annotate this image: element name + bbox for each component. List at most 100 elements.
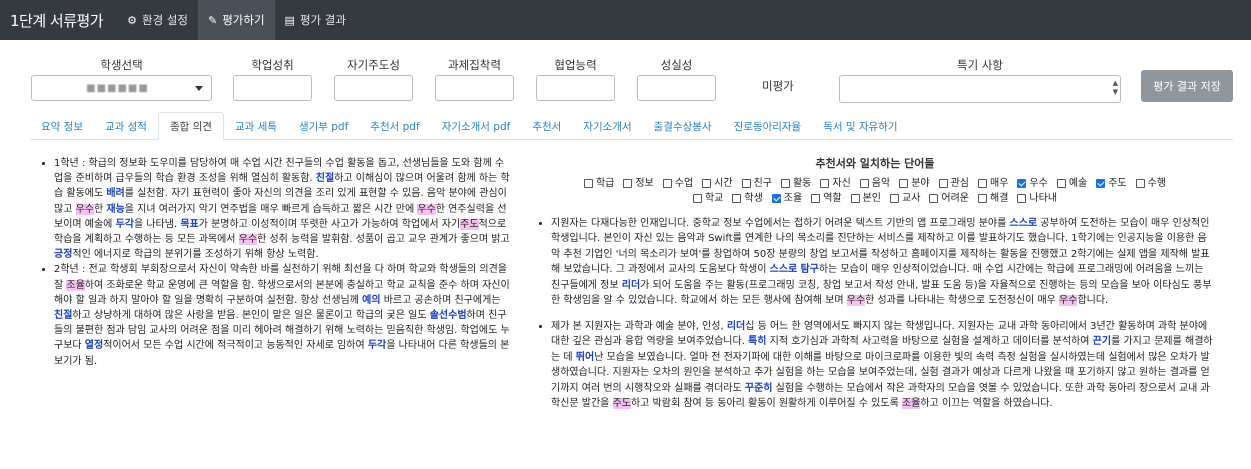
- unchecked-checkbox-icon[interactable]: [1017, 193, 1027, 203]
- unchecked-checkbox-icon[interactable]: [583, 178, 593, 188]
- unchecked-checkbox-icon[interactable]: [732, 193, 742, 203]
- gears-icon: ⚙: [127, 13, 137, 27]
- keyword-checkbox[interactable]: 역할: [811, 191, 842, 206]
- keyword-checkbox[interactable]: 학급: [583, 176, 615, 191]
- keyword-checkbox[interactable]: 친구: [741, 176, 772, 191]
- keyword-label: 관심: [950, 177, 970, 189]
- special-notes-textarea[interactable]: ▲ ▼: [839, 75, 1121, 103]
- keyword-highlight: 목표: [180, 218, 199, 230]
- unchecked-checkbox-icon[interactable]: [890, 193, 899, 203]
- score-input-collaboration[interactable]: [536, 75, 615, 101]
- keyword-highlight: 조율: [66, 279, 85, 291]
- keyword-checkbox[interactable]: 어려운: [929, 191, 969, 206]
- keyword-highlight: 특히: [748, 336, 767, 347]
- keyword-checkbox[interactable]: 자신: [820, 176, 851, 191]
- keyword-label: 시간: [714, 177, 733, 189]
- unchecked-checkbox-icon[interactable]: [780, 178, 790, 188]
- unchecked-checkbox-icon[interactable]: [662, 178, 672, 188]
- tab-11[interactable]: 독서 및 자유하기: [812, 112, 908, 140]
- keyword-checkbox[interactable]: 학교: [692, 191, 723, 206]
- tab-2[interactable]: 종합 의견: [157, 112, 224, 140]
- unchecked-checkbox-icon[interactable]: [899, 178, 909, 188]
- keyword-checkbox[interactable]: 주도: [1096, 176, 1127, 191]
- keyword-label: 매우: [990, 177, 1009, 189]
- nav-evaluate[interactable]: ✎ 평가하기: [197, 0, 275, 40]
- spinner-icon: ▲ ▼: [1112, 79, 1118, 96]
- keyword-checkbox[interactable]: 학생: [732, 191, 763, 206]
- tab-10[interactable]: 진로동아리자율: [723, 112, 813, 140]
- checked-checkbox-icon[interactable]: [1017, 178, 1027, 188]
- keyword-checkbox[interactable]: 시간: [702, 176, 733, 191]
- checked-checkbox-icon[interactable]: [1096, 178, 1106, 188]
- score-input-self-direction[interactable]: [334, 75, 413, 101]
- unchecked-checkbox-icon[interactable]: [978, 193, 988, 203]
- paragraph-item: 지원자는 다재다능한 인재입니다. 중학교 정보 수업에서는 접하기 어려운 텍…: [551, 216, 1213, 309]
- keyword-checkbox[interactable]: 정보: [623, 176, 654, 191]
- keyword-highlight: 우수: [846, 295, 866, 306]
- nav-settings[interactable]: ⚙ 환경 설정: [117, 0, 198, 40]
- score-input-task-commitment[interactable]: [435, 75, 514, 101]
- keyword-checkbox[interactable]: 활동: [780, 176, 812, 191]
- unchecked-checkbox-icon[interactable]: [850, 193, 860, 203]
- keyword-checkbox[interactable]: 해결: [978, 191, 1008, 206]
- text-segment: 가 분명하고 이성적이며 뚜렷한 사고가 가능하여 학업에서 자기: [198, 218, 461, 230]
- keyword-checkbox[interactable]: 조율: [771, 191, 803, 206]
- tab-4[interactable]: 생기부 pdf: [288, 112, 359, 140]
- tab-0[interactable]: 요약 정보: [30, 112, 94, 140]
- score-input-sincerity[interactable]: [637, 75, 716, 101]
- unchecked-checkbox-icon[interactable]: [741, 178, 751, 188]
- unchecked-checkbox-icon[interactable]: [811, 193, 821, 203]
- unchecked-checkbox-icon[interactable]: [929, 193, 939, 203]
- keyword-checkbox[interactable]: 매우: [978, 176, 1008, 191]
- keyword-checkbox[interactable]: 관심: [938, 176, 970, 191]
- unchecked-checkbox-icon[interactable]: [978, 178, 988, 188]
- tab-8[interactable]: 자기소개서: [572, 112, 642, 140]
- keyword-label: 역할: [823, 192, 842, 204]
- unchecked-checkbox-icon[interactable]: [702, 178, 712, 188]
- nav-results[interactable]: ▤ 평가 결과: [275, 0, 356, 40]
- tab-5[interactable]: 추천서 pdf: [359, 112, 430, 140]
- unchecked-checkbox-icon[interactable]: [623, 178, 633, 188]
- text-segment: 하고 이끄는 역할을 하였습니다.: [920, 398, 1053, 409]
- keyword-label: 예술: [1068, 177, 1088, 189]
- tab-1[interactable]: 교과 성적: [94, 112, 158, 140]
- keyword-highlight: 친절: [54, 310, 73, 322]
- keyword-highlight: 두각: [367, 340, 387, 352]
- keyword-row-2: 학교 학생 조율 역할 본인 교사 어려운 해결 나타내: [537, 191, 1213, 206]
- tab-6[interactable]: 자기소개서 pdf: [431, 112, 522, 140]
- tab-9[interactable]: 출결수상봉사: [643, 112, 723, 140]
- brand-title[interactable]: 1단계 서류평가: [0, 0, 117, 40]
- unchecked-checkbox-icon[interactable]: [1135, 178, 1145, 188]
- unchecked-checkbox-icon[interactable]: [692, 193, 702, 203]
- keyword-label: 조율: [783, 192, 803, 204]
- keyword-highlight: 우수: [75, 203, 94, 215]
- student-select[interactable]: ■■■■■■: [31, 75, 212, 101]
- unchecked-checkbox-icon[interactable]: [859, 178, 869, 188]
- keyword-highlight: 리더: [726, 320, 746, 332]
- keyword-checkbox[interactable]: 본인: [850, 191, 881, 206]
- keyword-checkbox[interactable]: 수업: [662, 176, 693, 191]
- keyword-checkbox[interactable]: 예술: [1056, 176, 1088, 191]
- keyword-checkbox[interactable]: 분야: [899, 176, 930, 191]
- tab-7[interactable]: 추천서: [521, 112, 572, 140]
- keyword-checkbox[interactable]: 교사: [890, 191, 920, 206]
- keyword-checkbox[interactable]: 음악: [859, 176, 890, 191]
- top-navbar: 1단계 서류평가 ⚙ 환경 설정 ✎ 평가하기 ▤ 평가 결과: [0, 0, 1251, 40]
- tab-3[interactable]: 교과 세특: [224, 112, 288, 140]
- unchecked-checkbox-icon[interactable]: [938, 178, 948, 188]
- keyword-highlight: 꾸준히: [744, 382, 773, 394]
- unchecked-checkbox-icon[interactable]: [1056, 178, 1066, 188]
- keyword-checkbox[interactable]: 수행: [1135, 176, 1166, 191]
- keyword-highlight: 우수: [1059, 295, 1078, 306]
- keyword-checkbox[interactable]: 나타내: [1017, 191, 1057, 206]
- score-input-academic[interactable]: [233, 75, 312, 101]
- keyword-checkbox[interactable]: 우수: [1017, 176, 1048, 191]
- checked-checkbox-icon[interactable]: [771, 193, 781, 203]
- keyword-label: 교사: [902, 192, 921, 204]
- keyword-label: 자신: [832, 177, 851, 189]
- keyword-label: 학급: [595, 177, 615, 189]
- keyword-label: 활동: [792, 177, 812, 189]
- text-segment: 한 성취 능력을 발휘함. 성품이 곱고 교우 관계가 좋으며 밝고: [257, 234, 510, 246]
- unchecked-checkbox-icon[interactable]: [820, 178, 830, 188]
- save-results-button[interactable]: 평가 결과 저장: [1141, 70, 1233, 102]
